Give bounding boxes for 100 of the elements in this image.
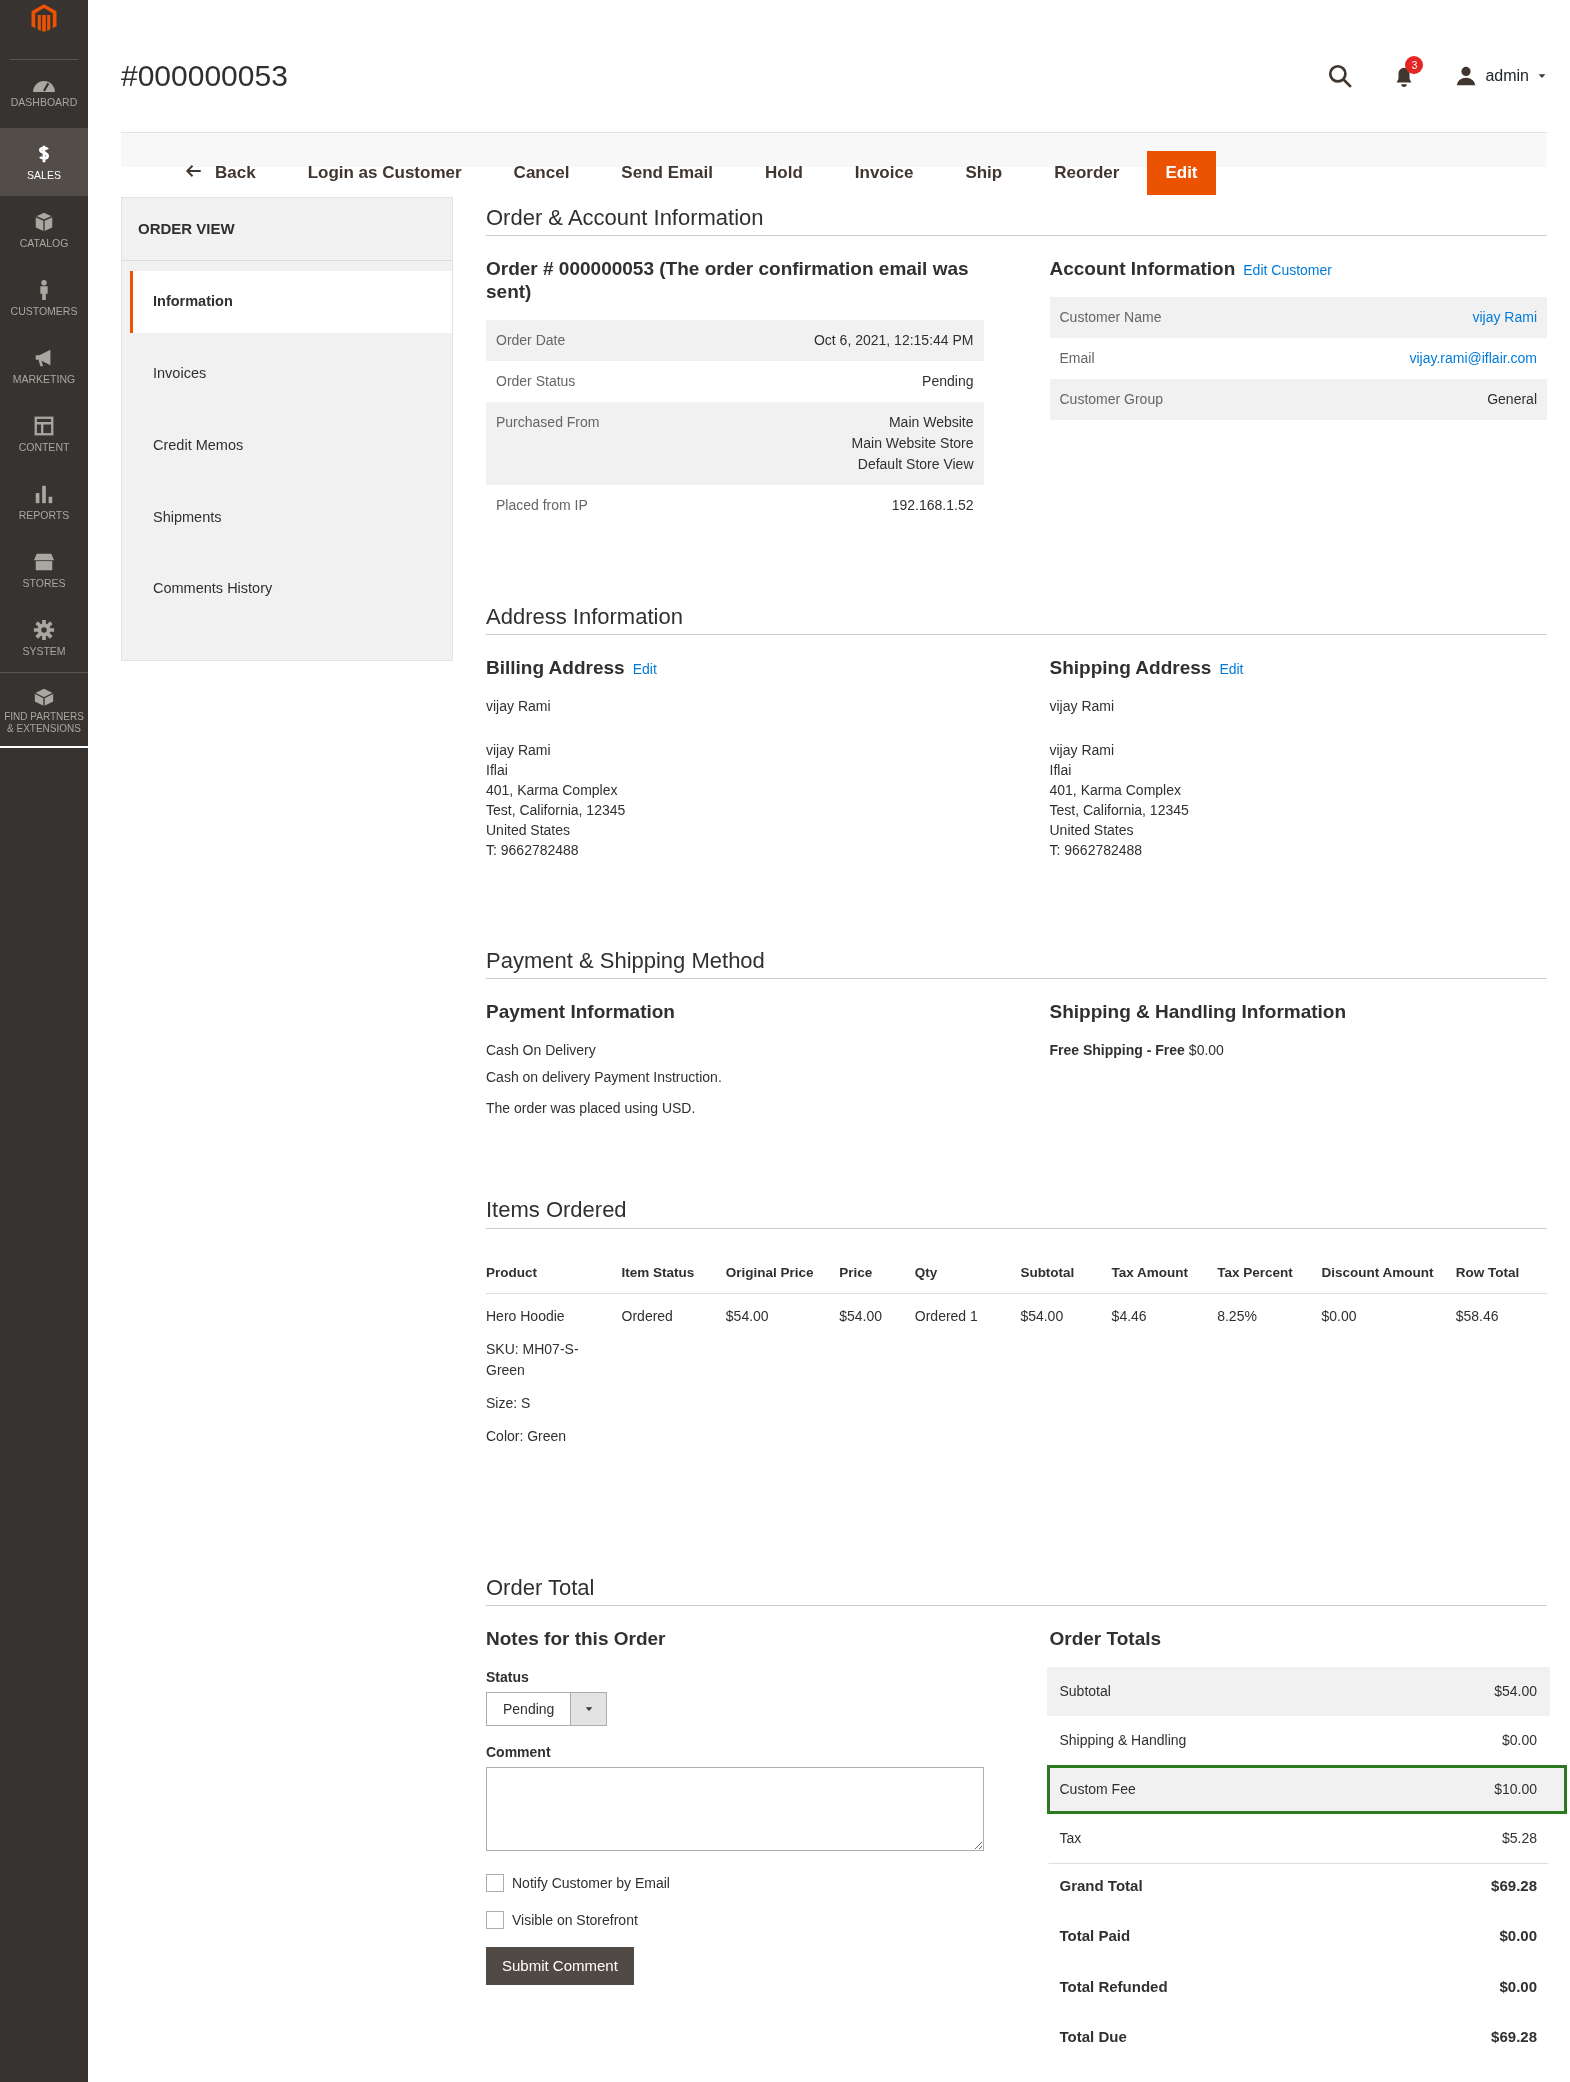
total-value: $69.28 [1491,1876,1537,1896]
toolbar-button[interactable]: Ship [941,151,1027,195]
section-title: Address Information [486,603,1547,636]
sidebar-item[interactable]: CONTENT [0,400,88,468]
total-label: Total Paid [1059,1926,1131,1947]
table-cell: $54.00 [1020,1293,1112,1447]
order-title: Order # 000000053 (The order confirmation email was sent) [486,258,970,304]
edit-customer-link[interactable]: Edit Customer [1243,260,1332,282]
column-header: Price [839,1250,915,1294]
section-title: Payment & Shipping Method [486,947,1547,980]
search-icon [1327,63,1354,89]
sidebar-item[interactable]: DASHBOARD [0,60,88,128]
field-label: Status [486,1668,530,1687]
customer-name: vijay Rami [1049,696,1116,716]
field-label: Customer Group [1059,390,1163,410]
comment-field[interactable] [486,1767,984,1851]
field-label: Comment [486,1743,552,1762]
arrow-left-icon [185,162,203,180]
field-label: Placed from IP [496,495,588,515]
search-button[interactable] [1327,63,1354,89]
total-label: Total Due [1059,2027,1127,2048]
total-value: $54.00 [1494,1682,1537,1701]
payment-text: Cash on delivery Payment Instruction. [486,1068,723,1088]
total-value: $69.28 [1491,2027,1537,2048]
edit-button[interactable]: Edit [1147,151,1216,195]
address-title: Billing Address [486,657,625,680]
panel-title: ORDER VIEW [122,197,452,262]
tab[interactable]: Comments History [130,558,452,621]
field-value: Pending [922,371,974,391]
product-detail: Color: Green [486,1426,568,1446]
sidebar-item[interactable]: STORES [0,536,88,604]
back-button[interactable]: Back [161,151,280,195]
field-value: Main Website Store [851,433,974,453]
section-title: Items Ordered [486,1197,1547,1229]
tab[interactable]: Credit Memos [130,414,452,477]
column-header: Row Total [1455,1250,1547,1294]
sidebar-item[interactable]: FIND PARTNERS & EXTENSIONS [0,672,88,748]
address-text: vijay Rami Iflai 401, Karma Complex Test, California, 12345 United States T: 9662782488 [1049,740,1190,860]
payment-title: Payment Information [486,1001,676,1025]
submit-button[interactable]: Submit Comment [486,1947,634,1986]
column-header: Item Status [621,1250,726,1294]
user-icon [1455,65,1478,87]
address-text: vijay Rami Iflai 401, Karma Complex Test, California, 12345 United States T: 9662782488 [486,740,627,860]
edit-link[interactable]: Edit [632,659,657,680]
table-cell: Ordered 1 [914,1293,1021,1447]
totals-title: Order Totals [1049,1628,1163,1651]
gauge-icon [33,79,55,92]
section-title: Order Total [486,1574,1547,1607]
layout-icon [33,414,55,437]
sidebar-item[interactable]: MARKETING [0,332,88,400]
account-title: Account Information [1049,258,1236,281]
status-select[interactable]: Pending [486,1692,608,1726]
table-cell: Ordered [621,1293,726,1447]
field-label: Purchased From [496,412,600,432]
field-label: Email [1059,349,1095,369]
notification-count: 3 [1405,56,1424,74]
table-cell: $54.00 [725,1293,840,1447]
total-label: Subtotal [1059,1682,1111,1701]
caret-icon [1537,71,1547,81]
field-link[interactable]: vijay Rami [1472,307,1537,329]
field-value: Default Store View [856,454,974,474]
product-detail: SKU: MH07-S-Green [486,1339,580,1380]
toolbar-button[interactable]: Hold [741,151,827,195]
total-value: $0.00 [1499,1926,1537,1947]
sidebar-item[interactable]: SYSTEM [0,604,88,672]
toolbar-button[interactable]: Login as Customer [283,151,486,195]
shipping-price: $0.00 [1188,1041,1224,1061]
toolbar-button[interactable]: Reorder [1030,151,1144,195]
toolbar-button[interactable]: Send Email [597,151,737,195]
field-link[interactable]: vijay.rami@iflair.com [1409,348,1537,370]
total-value: $10.00 [1494,1780,1537,1799]
field-value: 192.168.1.52 [891,495,974,515]
tab[interactable]: Invoices [130,343,452,405]
toolbar-button[interactable]: Invoice [830,151,938,195]
sidebar-item[interactable]: CUSTOMERS [0,264,88,332]
shipping-method: Free Shipping - Free [1049,1041,1185,1061]
table-cell: $54.00 [839,1293,915,1447]
sidebar-item[interactable]: SALES [0,128,88,196]
field-label: Order Date [496,330,566,350]
notes-title: Notes for this Order [486,1628,667,1651]
total-label: Grand Total [1059,1876,1143,1896]
box-icon [33,210,55,233]
section-title: Order & Account Information [486,204,1547,237]
table-cell: 8.25% [1217,1293,1322,1447]
tab[interactable]: Information [130,271,452,334]
sidebar-item[interactable]: CATALOG [0,196,88,264]
user-menu[interactable]: admin [1455,64,1547,88]
sidebar-item[interactable]: REPORTS [0,468,88,536]
field-value: Oct 6, 2021, 12:15:44 PM [813,330,974,350]
total-label: Total Refunded [1059,1977,1168,1997]
tab[interactable]: Shipments [130,486,452,549]
total-label: Shipping & Handling [1059,1731,1187,1750]
product-name: Hero Hoodie [486,1306,566,1326]
checkbox[interactable] [486,1911,504,1930]
product-detail: Size: S [486,1393,532,1413]
table-cell: $58.46 [1455,1293,1547,1447]
toolbar-button[interactable]: Cancel [489,151,594,195]
edit-link[interactable]: Edit [1219,659,1244,680]
checkbox[interactable] [486,1874,504,1893]
customer-name: vijay Rami [486,696,552,716]
